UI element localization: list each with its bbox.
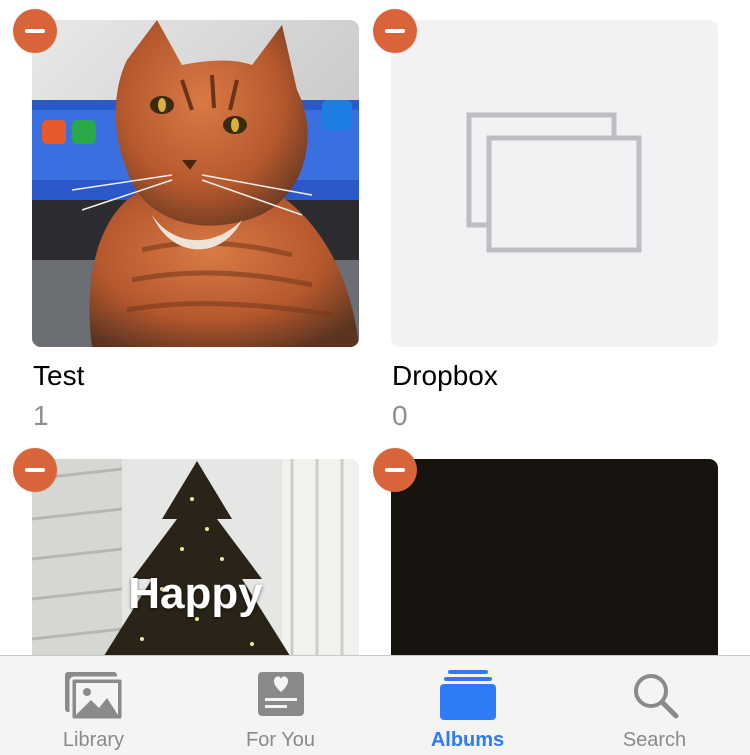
photo-library-icon (64, 672, 124, 722)
delete-album-button[interactable] (373, 448, 417, 492)
tab-search[interactable]: Search (561, 656, 748, 755)
photo-overlay-text: Happy (128, 569, 263, 618)
empty-album-placeholder-icon (466, 112, 642, 253)
albums-icon (439, 670, 496, 720)
album-count: 1 (33, 400, 49, 431)
album-dropbox[interactable]: Dropbox 0 (375, 0, 750, 440)
album-thumbnail-cat[interactable] (32, 20, 359, 347)
tab-library[interactable]: Library (0, 656, 187, 755)
album-thumbnail-empty[interactable] (391, 20, 718, 347)
tab-label: Search (622, 729, 687, 751)
tab-label: Albums (430, 729, 505, 751)
album-test[interactable]: Test 1 (0, 0, 375, 440)
delete-album-button[interactable] (373, 9, 417, 53)
minus-icon (25, 468, 45, 472)
cat-photo (32, 20, 359, 347)
tab-label: Library (62, 729, 125, 751)
search-icon (633, 674, 678, 719)
album-name: Test (33, 360, 85, 391)
delete-album-button[interactable] (13, 9, 57, 53)
album-count: 0 (392, 400, 408, 431)
albums-edit-screen: Test 1 Dropbox 0 Happy Library For You A… (0, 0, 750, 755)
delete-album-button[interactable] (13, 448, 57, 492)
minus-icon (25, 29, 45, 33)
minus-icon (385, 29, 405, 33)
tab-label: For You (246, 729, 315, 751)
tab-for-you[interactable]: For You (187, 656, 374, 755)
for-you-icon (257, 672, 304, 716)
tab-bar: Library For You Albums Search (0, 655, 750, 755)
tab-albums[interactable]: Albums (374, 656, 561, 755)
minus-icon (385, 468, 405, 472)
album-name: Dropbox (392, 360, 498, 391)
album-dark[interactable] (375, 440, 750, 699)
